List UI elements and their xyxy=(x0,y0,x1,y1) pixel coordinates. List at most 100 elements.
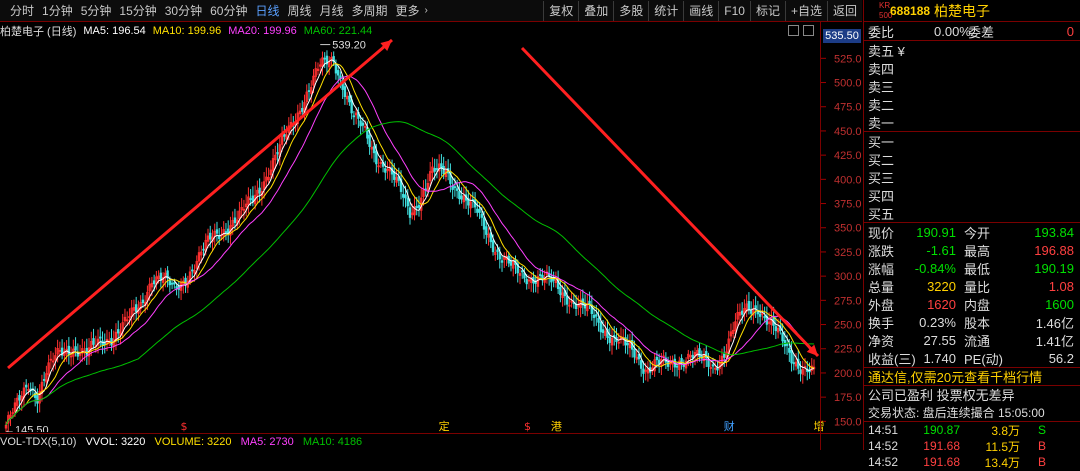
quote-row-6: 净资 27.55 流通 1.41亿 xyxy=(864,331,1080,349)
quote-panel: KR 500 688188 柏楚电子 委比 0.00% 委差 0 卖五 ¥ 卖四卖… xyxy=(863,0,1080,470)
candle-body-180 xyxy=(408,207,412,218)
candle-body-250 xyxy=(565,295,569,305)
tool-button-6[interactable]: 标记 xyxy=(749,1,785,21)
candle-body-225 xyxy=(509,260,513,266)
candle-body-179 xyxy=(406,197,409,207)
stock-name: 柏楚电子 xyxy=(934,2,991,19)
tool-button-4[interactable]: 画线 xyxy=(683,1,718,21)
period-tab-2[interactable]: 5分钟 xyxy=(77,2,116,20)
quote-label-6-b: 流通 xyxy=(964,333,991,349)
quote-label-3-b: 量比 xyxy=(964,279,991,295)
y-tick-label-7: 350.0 xyxy=(834,223,862,235)
close-icon[interactable] xyxy=(803,25,814,36)
quote-row-0-label: 现价 xyxy=(868,225,895,241)
tool-button-2[interactable]: 多股 xyxy=(613,1,648,21)
period-tab-7[interactable]: 周线 xyxy=(283,2,315,20)
quote-value-0-a: 190.91 xyxy=(916,224,956,240)
y-tick-label-2: 475.0 xyxy=(834,102,862,114)
period-tab-1[interactable]: 1分钟 xyxy=(38,2,77,20)
period-tab-10[interactable]: 更多 xyxy=(392,2,424,20)
chevron-right-icon[interactable]: › xyxy=(425,5,428,16)
tick-row-1-label: 14:52 xyxy=(868,439,899,453)
sell-level-2-label: 卖三 xyxy=(868,79,895,95)
quote-stats: 现价 190.91 今开 193.84 涨跌 -1.61 最高 196.88 涨幅 -0.84% 最… xyxy=(864,222,1080,367)
period-tabs: 分时 1分钟 5分钟 15分钟 30分钟 60分钟 日线 周线 月线 多周期 更多 › xyxy=(0,2,428,20)
quote-row-5-label: 换手 xyxy=(868,315,895,331)
tool-button-8[interactable]: 返回 xyxy=(826,1,862,21)
candle-body-332 xyxy=(749,310,753,314)
candle-body-6 xyxy=(18,395,21,401)
period-tab-5[interactable]: 60分钟 xyxy=(206,2,251,20)
period-tab-8[interactable]: 月线 xyxy=(316,2,348,20)
vol-ma5-value: MA5: 2730 xyxy=(240,436,294,448)
company-info: 公司已盈利 投票权无差异 xyxy=(864,385,1080,403)
period-tab-6[interactable]: 日线 xyxy=(251,2,283,20)
y-tick-label-0: 525.0 xyxy=(834,53,862,65)
candle-body-164 xyxy=(372,146,376,154)
tool-button-5[interactable]: F10 xyxy=(718,1,750,21)
candle-body-334 xyxy=(754,305,757,309)
candle-body-349 xyxy=(788,347,791,353)
buy-level-3: 买四 xyxy=(864,186,1080,204)
y-tick-label-9: 300.0 xyxy=(834,271,862,283)
candle-body-346 xyxy=(781,332,784,342)
y-tick-label-6: 375.0 xyxy=(834,199,862,211)
sell-orders: 卖五 ¥ 卖四 卖三 卖二 卖一 xyxy=(864,40,1080,131)
candle-body-262 xyxy=(592,314,596,318)
period-tab-0[interactable]: 分时 xyxy=(6,2,38,20)
tick-list: 14:51 190.87 3.8万 S 14:52 191.68 11.5万 B 14:52 19… xyxy=(864,421,1080,470)
quote-value-6-b: 1.41亿 xyxy=(1035,333,1074,349)
candle-body-338 xyxy=(763,315,766,319)
candle-body-17 xyxy=(42,378,46,381)
high-price-label: 539.20 xyxy=(332,40,366,52)
candle-body-331 xyxy=(747,300,751,311)
settings-icon[interactable] xyxy=(788,25,799,36)
candle-body-75 xyxy=(173,282,176,285)
candle-body-230 xyxy=(521,270,524,273)
candle-body-219 xyxy=(496,249,499,252)
quote-value-1-a: -1.61 xyxy=(926,242,956,258)
y-tick-label-4: 425.0 xyxy=(834,150,862,162)
period-tab-3[interactable]: 15分钟 xyxy=(115,2,160,20)
quote-row-0: 现价 190.91 今开 193.84 xyxy=(864,223,1080,241)
candle-body-212 xyxy=(480,213,484,218)
tick-row-2: 14:52 191.68 13.4万 B xyxy=(864,454,1080,470)
candle-body-283 xyxy=(639,360,643,369)
indicator-legend: 柏楚电子 (日线) MA5: 196.54 MA10: 199.96 MA20:… xyxy=(0,23,379,38)
weibi-row: 委比 0.00% 委差 0 xyxy=(864,22,1080,40)
quote-row-4: 外盘 1620 内盘 1600 xyxy=(864,295,1080,313)
y-tick-label-5: 400.0 xyxy=(834,174,862,186)
y-tick-label-12: 225.0 xyxy=(834,344,862,356)
buy-orders: 买一 买二 买三 买四 买五 xyxy=(864,131,1080,222)
period-tab-4[interactable]: 30分钟 xyxy=(161,2,206,20)
candle-body-14 xyxy=(36,395,39,404)
quote-value-1-b: 196.88 xyxy=(1034,242,1074,258)
tick-side-0: S xyxy=(1037,423,1046,437)
chart-title: 柏楚电子 (日线) xyxy=(0,25,77,38)
candle-body-284 xyxy=(642,368,645,374)
candles-group xyxy=(4,50,816,432)
sell-level-3-label: 卖二 xyxy=(868,97,895,113)
candle-body-351 xyxy=(792,362,796,365)
trade-status: 交易状态: 盘后连续撮合 15:05:00 xyxy=(868,405,1045,420)
candle-body-309 xyxy=(698,348,701,358)
candle-body-39 xyxy=(92,338,95,345)
candle-body-121 xyxy=(276,152,279,155)
y-tick-label-1: 500.0 xyxy=(834,78,862,90)
tool-button-0[interactable]: 复权 xyxy=(543,1,578,21)
tool-button-3[interactable]: 统计 xyxy=(648,1,683,21)
promo-link[interactable]: 通达信,仅需20元查看千档行情 xyxy=(864,367,1080,385)
vol-label: VOL-TDX(5,10) xyxy=(0,436,77,448)
tick-price-0: 190.87 xyxy=(923,423,960,437)
tool-button-7[interactable]: +自选 xyxy=(784,1,827,21)
period-tab-9[interactable]: 多周期 xyxy=(348,2,392,20)
candle-body-102 xyxy=(233,217,237,224)
tick-side-1: B xyxy=(1037,439,1046,453)
quote-value-7-a: 1.740 xyxy=(923,350,956,366)
ma20-line xyxy=(5,75,815,426)
quote-row-4-label: 外盘 xyxy=(868,297,895,313)
kline-chart[interactable]: 525.0 500.0 475.0 450.0 425.0 400.0 375.0 350.0… xyxy=(0,38,862,432)
candle-body-354 xyxy=(799,369,802,374)
tool-button-1[interactable]: 叠加 xyxy=(578,1,613,21)
candle-body-247 xyxy=(559,286,562,296)
